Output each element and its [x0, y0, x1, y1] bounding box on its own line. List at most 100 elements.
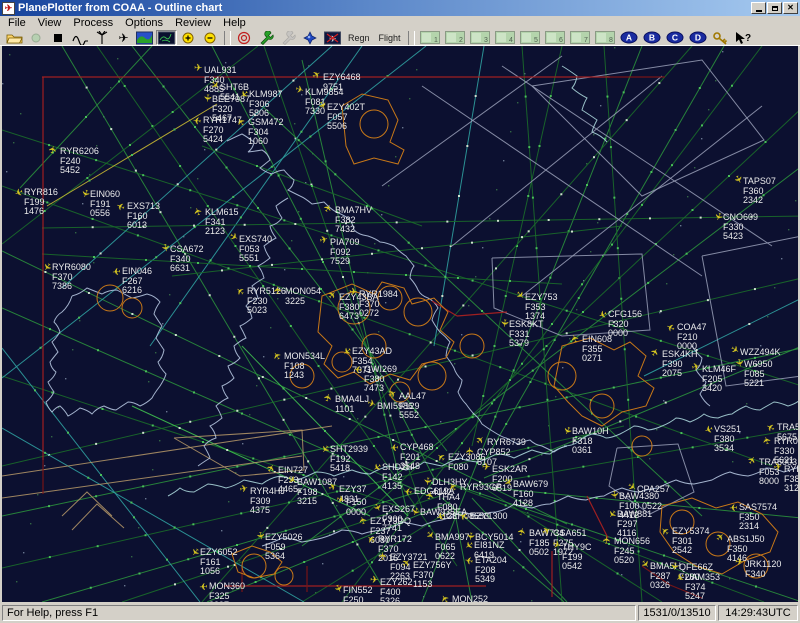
- menu-file[interactable]: File: [2, 17, 32, 29]
- aircraft-label[interactable]: ✈RYR816 F199 1476: [24, 188, 58, 217]
- close-button[interactable]: ✕: [783, 2, 798, 14]
- menu-process[interactable]: Process: [67, 17, 119, 29]
- aircraft-label[interactable]: ✈F150 0000: [346, 498, 367, 517]
- minimize-button[interactable]: [751, 2, 766, 14]
- chart-preset-8-button[interactable]: 8: [593, 30, 617, 45]
- aircraft-icon: ✈: [729, 501, 738, 512]
- aircraft-label[interactable]: ✈BAW1087 F198 3215: [297, 478, 337, 507]
- key-button[interactable]: [710, 30, 731, 45]
- view-c-button[interactable]: C: [664, 30, 686, 45]
- aircraft-label[interactable]: ✈EZY1300: [470, 512, 508, 522]
- aircraft-label[interactable]: ✈BMI5986: [377, 402, 413, 412]
- chart-preset-icon: 3: [470, 31, 490, 44]
- aircraft-label[interactable]: ✈BMA7HV F382 7432: [335, 206, 372, 235]
- aircraft-label[interactable]: ✈BAW679 F160 4128: [513, 480, 548, 509]
- toolbar: ✈✈RegnFlight12345678ABCD?: [0, 30, 800, 46]
- aircraft-label[interactable]: ✈WZZ494K: [740, 348, 781, 358]
- aircraft-label[interactable]: ✈RYR6080 F370 7386: [52, 263, 91, 292]
- aircraft-label[interactable]: ✈ETA204 F208 5349: [475, 556, 507, 585]
- aircraft-label[interactable]: ✈CNO609 F330 5423: [723, 213, 758, 242]
- chart-preset-4-button[interactable]: 4: [493, 30, 517, 45]
- aircraft-label[interactable]: ✈EXS713 F160 6013: [127, 202, 160, 231]
- antenna-button[interactable]: [92, 30, 113, 45]
- chart-preset-5-button[interactable]: 5: [518, 30, 542, 45]
- open-file-button[interactable]: [4, 30, 25, 45]
- folder-icon: [6, 31, 23, 45]
- aircraft-label[interactable]: ✈KLM987 F306 5806: [249, 90, 283, 119]
- aircraft-label[interactable]: ✈MON360 F325 2397: [209, 582, 245, 602]
- aircraft-label[interactable]: ✈EZY262 F400 5326: [380, 578, 413, 602]
- aircraft-label[interactable]: ✈THY9C F199 0542: [562, 543, 592, 572]
- aircraft-label[interactable]: ✈EXS740 F053 5551: [239, 235, 272, 264]
- aircraft-label[interactable]: ✈RYR4HJ F309 4375: [250, 487, 285, 516]
- aircraft-label[interactable]: ✈UAM353 F374 5247: [685, 573, 720, 602]
- aircraft-label[interactable]: ✈RYR6739: [487, 438, 526, 448]
- menu-view[interactable]: View: [32, 17, 68, 29]
- chart-view-button[interactable]: [134, 30, 155, 45]
- zoom-in-button[interactable]: [178, 30, 199, 45]
- aircraft-label[interactable]: ✈CSA672 F340 6631: [170, 245, 204, 274]
- tools-button[interactable]: [256, 30, 277, 45]
- zoom-out-button[interactable]: [200, 30, 221, 45]
- start-button[interactable]: [26, 30, 47, 45]
- aircraft-label[interactable]: ✈GSM472 F304 1060: [248, 118, 284, 147]
- aircraft-label[interactable]: ✈RYR1984 F370 0272: [359, 290, 398, 319]
- menu-review[interactable]: Review: [169, 17, 217, 29]
- aircraft-label[interactable]: ✈EZY756Y F370 1153: [413, 561, 452, 590]
- aircraft-label[interactable]: ✈SHT2939 F192 5418: [330, 445, 368, 474]
- aircraft-label[interactable]: ✈SAS7574 F350 2314: [739, 503, 777, 532]
- outline-chart-button[interactable]: [156, 30, 177, 45]
- aircraft-label[interactable]: ✈COA47 F210 0000: [677, 323, 707, 352]
- aircraft-label[interactable]: ✈CFG156 F320 0000: [608, 310, 642, 339]
- aircraft-label[interactable]: ✈EIN046 F267 6216: [122, 267, 152, 296]
- chart-preset-3-button[interactable]: 3: [468, 30, 492, 45]
- aircraft-label[interactable]: ✈EZY5374 F301 2542: [672, 527, 710, 556]
- aircraft-icon: ✈: [201, 93, 212, 102]
- chart-preset-1-button[interactable]: 1: [418, 30, 442, 45]
- find-flight-button[interactable]: Flight: [375, 30, 405, 45]
- aircraft-label[interactable]: ✈KLM46F F205 3420: [702, 365, 736, 394]
- oval-icon: B: [643, 31, 661, 44]
- restore-button[interactable]: [767, 2, 782, 14]
- aircraft-label[interactable]: ✈RYR1 F380 3124: [784, 465, 800, 494]
- aircraft-label[interactable]: ✈RYR6206 F240 5452: [60, 147, 99, 176]
- aircraft-label[interactable]: ✈JRK1120 F340: [745, 560, 781, 579]
- globe-button[interactable]: [300, 30, 321, 45]
- chart-preset-6-button[interactable]: 6: [543, 30, 567, 45]
- outline-chart-area[interactable]: ✈UAL931 F340 4885✈SHT6B 5541✈BEE7087 F32…: [0, 46, 800, 602]
- aircraft-label[interactable]: ✈BMA4LJ 1101: [335, 395, 369, 414]
- context-help-button[interactable]: ?: [732, 30, 753, 45]
- chart-preset-7-button[interactable]: 7: [568, 30, 592, 45]
- aircraft-view-button[interactable]: ✈: [114, 30, 133, 45]
- menu-options[interactable]: Options: [119, 17, 169, 29]
- aircraft-label[interactable]: ✈VS251 F380 3534: [714, 425, 741, 454]
- aircraft-label[interactable]: ✈PIA709 F092 7529: [330, 238, 360, 267]
- aircraft-label[interactable]: ✈EZY6052 F161 1056: [200, 548, 238, 577]
- stop-button[interactable]: [48, 30, 69, 45]
- aircraft-label[interactable]: ✈MON252 F140: [452, 595, 488, 602]
- view-b-button[interactable]: B: [641, 30, 663, 45]
- aircraft-label[interactable]: ✈BAW881 F297 4116: [617, 510, 652, 539]
- hide-aircraft-button[interactable]: ✈: [322, 30, 343, 45]
- signal-button[interactable]: [70, 30, 91, 45]
- aircraft-label[interactable]: ✈EZY753 F353 1374: [525, 293, 558, 322]
- aircraft-label[interactable]: ✈TAPS07 F360 2342: [743, 177, 776, 206]
- aircraft-label[interactable]: ✈RYR93GP: [460, 483, 502, 493]
- target-button[interactable]: [234, 30, 255, 45]
- view-d-button[interactable]: D: [687, 30, 709, 45]
- tools-disabled-button[interactable]: [278, 30, 299, 45]
- chart-preset-2-button[interactable]: 2: [443, 30, 467, 45]
- aircraft-label[interactable]: ✈ESK8KT F331 5379: [509, 320, 544, 349]
- aircraft-label[interactable]: ✈EZY5026 F059 5364: [265, 533, 303, 562]
- aircraft-label[interactable]: ✈W6950 F085 5221: [744, 360, 773, 389]
- aircraft-label[interactable]: ✈FIN552 F250: [343, 586, 373, 602]
- aircraft-label[interactable]: ✈MON534L F108 1243: [284, 352, 325, 381]
- aircraft-label[interactable]: ✈EZY402T F057 5506: [327, 103, 365, 132]
- aircraft-label-text: PIA709 F092 7529: [330, 238, 360, 267]
- aircraft-label[interactable]: ✈MON054 3225: [285, 287, 321, 306]
- view-a-button[interactable]: A: [618, 30, 640, 45]
- find-regn-button[interactable]: Regn: [344, 30, 374, 45]
- aircraft-label[interactable]: ✈EIN608 F355 0271: [582, 335, 612, 364]
- menu-help[interactable]: Help: [217, 17, 252, 29]
- aircraft-label[interactable]: ✈BAW10H F318 0361: [572, 427, 609, 456]
